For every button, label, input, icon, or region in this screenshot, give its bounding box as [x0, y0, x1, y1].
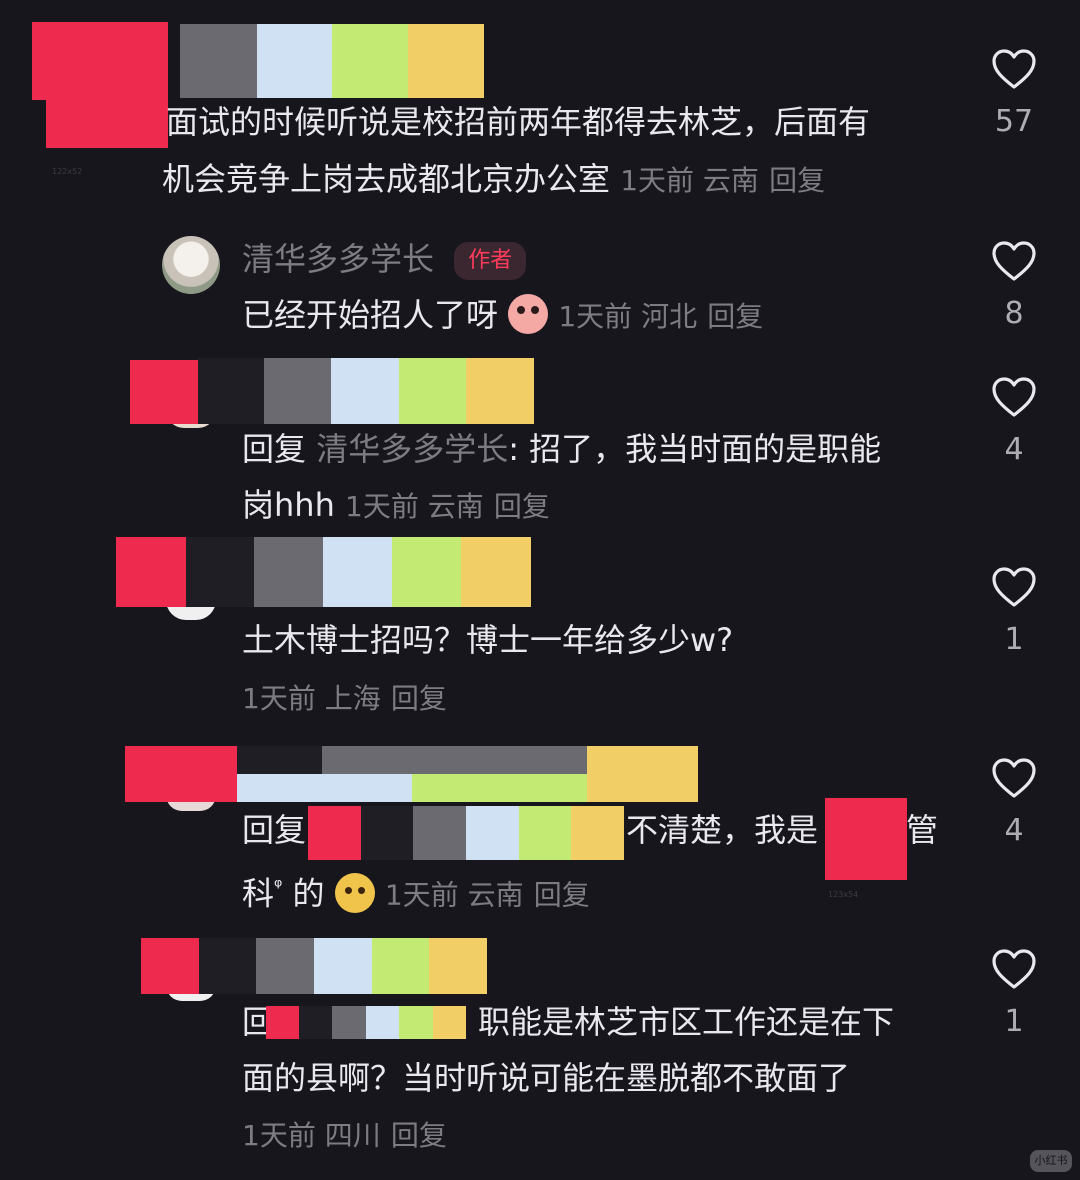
like-count: 8	[1004, 296, 1024, 331]
comment-text: 回复 清华多多学长: 招了，我当时面的是职能	[242, 430, 882, 468]
redacted-word	[825, 798, 907, 880]
comment-footer: 1天前 上海 回复	[242, 669, 447, 727]
redacted-reply-to-name[interactable]	[361, 806, 624, 860]
redacted-avatar	[46, 98, 168, 148]
redacted-username[interactable]	[199, 938, 487, 994]
like-button[interactable]: 4	[984, 757, 1044, 848]
comment-meta: 1天前 云南	[384, 878, 524, 912]
heart-icon	[992, 241, 1036, 281]
redacted-avatar	[141, 938, 199, 994]
avatar[interactable]	[162, 236, 220, 294]
comment-text: 机会竞争上岗去成都北京办公室 1天前 云南 回复	[162, 160, 826, 198]
reply-button[interactable]: 回复	[391, 1119, 447, 1152]
redacted-avatar[interactable]	[32, 22, 168, 100]
like-button[interactable]: 57	[984, 48, 1044, 139]
reply-button[interactable]: 回复	[534, 879, 590, 912]
dog-face-emoji-icon	[334, 872, 375, 913]
comment-text: 土木博士招吗？博士一年给多少w?	[242, 621, 734, 659]
heart-icon	[992, 758, 1036, 798]
reply-button[interactable]: 回复	[494, 490, 550, 523]
comment-text: 岗hhh 1天前 云南 回复	[242, 486, 550, 524]
comment-text: 科ᵠ 的 1天前 云南 回复	[242, 872, 590, 913]
like-button[interactable]: 4	[984, 376, 1044, 467]
comment-header: 清华多多学长 作者	[242, 231, 527, 287]
redacted-avatar	[130, 360, 198, 424]
username[interactable]: 清华多多学长	[242, 240, 434, 278]
reply-button[interactable]: 回复	[707, 300, 763, 333]
comment-meta: 1天前 上海	[242, 682, 381, 715]
comment-text: 回复	[242, 811, 307, 849]
heart-icon	[992, 49, 1036, 89]
shocked-face-emoji-icon	[508, 294, 549, 334]
comment-meta: 1天前 河北	[558, 300, 698, 333]
comment-meta: 1天前 云南	[620, 164, 759, 197]
like-button[interactable]: 8	[984, 240, 1044, 331]
author-badge: 作者	[454, 242, 527, 280]
comment-text: 面的县啊？当时听说可能在墨脱都不敢面了	[242, 1059, 851, 1097]
avatar-watermark: 122x52	[52, 167, 83, 176]
heart-icon	[992, 949, 1036, 989]
redacted-reply-to	[266, 1006, 299, 1039]
comment-text: 已经开始招人了呀 1天前 河北 回复	[242, 294, 764, 334]
like-count: 1	[1004, 1004, 1024, 1039]
like-button[interactable]: 1	[984, 566, 1044, 657]
comment-meta: 1天前 云南	[345, 490, 484, 523]
comment-footer: 1天前 四川 回复	[242, 1106, 447, 1164]
comment-meta: 1天前 四川	[242, 1119, 381, 1152]
reply-button[interactable]: 回复	[391, 682, 447, 715]
redacted-reply-to-name[interactable]	[299, 1006, 466, 1039]
redacted-reply-to	[308, 806, 361, 860]
like-count: 4	[1004, 813, 1024, 848]
redacted-username[interactable]	[186, 537, 531, 607]
redacted-avatar	[125, 746, 237, 802]
redacted-username[interactable]	[198, 358, 534, 424]
reply-button[interactable]: 回复	[769, 164, 825, 197]
redaction-watermark: 123x54	[828, 890, 859, 899]
redacted-username[interactable]	[180, 24, 484, 98]
redacted-username[interactable]	[237, 746, 698, 802]
like-count: 1	[1004, 622, 1024, 657]
comment-text: 管	[906, 811, 939, 849]
like-button[interactable]: 1	[984, 948, 1044, 1039]
like-count: 57	[994, 104, 1034, 139]
like-count: 4	[1004, 432, 1024, 467]
redacted-avatar	[116, 537, 186, 607]
heart-icon	[992, 567, 1036, 607]
comment-text: 面试的时候听说是校招前两年都得去林芝，后面有	[166, 103, 871, 141]
reply-to-username[interactable]: 清华多多学长	[316, 430, 508, 468]
heart-icon	[992, 377, 1036, 417]
comment-text: 不清楚，我是	[626, 811, 819, 849]
comment-text: 职能是林芝市区工作还是在下	[478, 1003, 895, 1041]
app-watermark: 小红书	[1030, 1150, 1072, 1172]
